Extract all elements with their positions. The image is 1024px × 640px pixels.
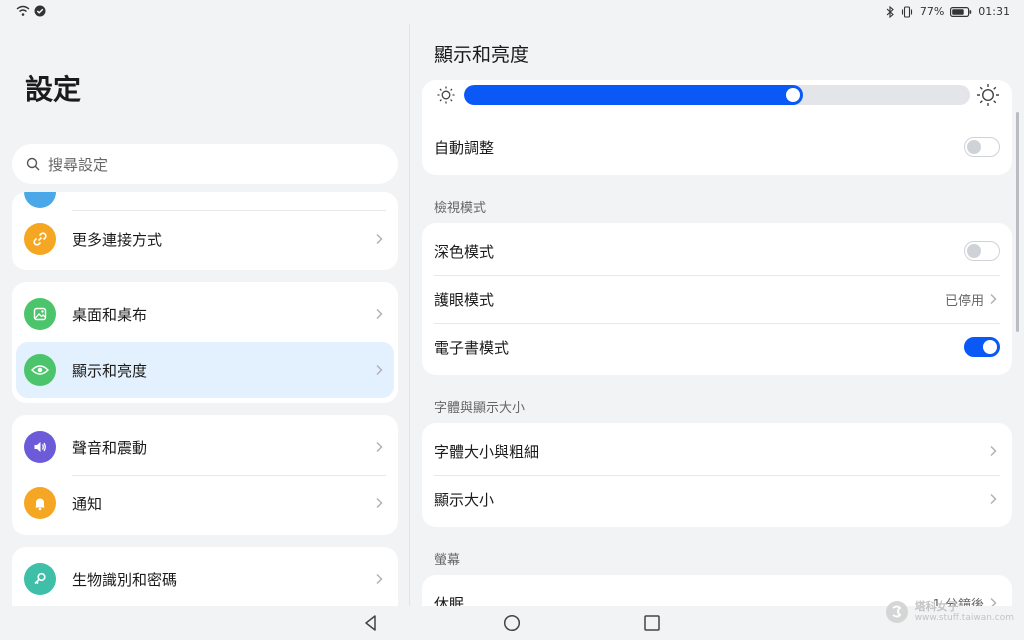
pane-divider (409, 24, 410, 606)
page-title: 設定 (25, 73, 82, 106)
eye-comfort-label: 護眼模式 (434, 290, 495, 309)
system-nav-bar (0, 606, 1024, 640)
nav-group-display: 桌面和桌布 顯示和亮度 (12, 282, 398, 403)
search-field[interactable]: 搜尋設定 (12, 144, 398, 184)
clock: 01:31 (978, 5, 1010, 18)
ebook-mode-row[interactable]: 電子書模式 (422, 323, 1012, 371)
cloud-icon (24, 192, 56, 208)
ebook-mode-label: 電子書模式 (434, 338, 510, 357)
dark-mode-label: 深色模式 (434, 242, 495, 261)
chevron-right-icon (990, 293, 997, 305)
sidebar-item-notifications[interactable]: 通知 (12, 475, 398, 531)
chevron-right-icon (376, 308, 383, 320)
chevron-right-icon (990, 445, 997, 457)
link-icon (24, 223, 56, 255)
nav-group-security: 生物識別和密碼 (12, 547, 398, 606)
back-icon[interactable] (362, 614, 380, 632)
chevron-right-icon (376, 364, 383, 376)
scrollbar[interactable] (1016, 112, 1019, 332)
watermark-url: www.stuff.taiwan.com (914, 613, 1014, 623)
bell-icon (24, 487, 56, 519)
check-badge-icon (34, 5, 46, 17)
chevron-right-icon (376, 573, 383, 585)
dark-mode-row[interactable]: 深色模式 (422, 227, 1012, 275)
sidebar-item-wallpaper[interactable]: 桌面和桌布 (12, 286, 398, 342)
sleep-label: 休眠 (434, 594, 465, 607)
detail-title: 顯示和亮度 (434, 44, 530, 66)
sidebar-item-label: 更多連接方式 (72, 230, 163, 249)
auto-adjust-toggle[interactable] (964, 137, 1000, 157)
toggle-knob (983, 340, 997, 354)
display-size-row[interactable]: 顯示大小 (422, 475, 1012, 523)
watermark: 塔科女子 www.stuff.taiwan.com (885, 600, 1014, 624)
status-right: 77% 01:31 (886, 5, 1010, 18)
home-icon[interactable] (503, 614, 521, 632)
brightness-slider-fill (464, 85, 803, 105)
auto-adjust-row[interactable]: 自動調整 (422, 123, 1012, 171)
battery-percent: 77% (919, 5, 945, 18)
speaker-icon (24, 431, 56, 463)
sidebar-item-label: 顯示和亮度 (72, 361, 148, 380)
watermark-logo-icon (885, 601, 908, 623)
sidebar-item-label: 桌面和桌布 (72, 305, 148, 324)
search-icon (26, 157, 40, 171)
brightness-card: 自動調整 (422, 80, 1012, 175)
sidebar-item-display-brightness[interactable]: 顯示和亮度 (16, 342, 394, 398)
nav-group-sound: 聲音和震動 通知 (12, 415, 398, 535)
font-size-row[interactable]: 字體大小與粗細 (422, 427, 1012, 475)
battery-icon (950, 6, 972, 17)
watermark-text: 塔科女子 (914, 600, 959, 613)
toggle-knob (967, 140, 981, 154)
brightness-low-icon (437, 86, 455, 104)
view-mode-card: 深色模式 護眼模式 已停用 電子書模式 (422, 223, 1012, 375)
chevron-right-icon (376, 233, 383, 245)
sidebar-item-label: 生物識別和密碼 (72, 570, 178, 589)
sidebar-item-sound[interactable]: 聲音和震動 (12, 419, 398, 475)
brightness-slider[interactable] (464, 85, 970, 105)
section-header-font-display: 字體與顯示大小 (434, 401, 526, 416)
vibrate-icon (901, 5, 912, 18)
font-display-card: 字體大小與粗細 顯示大小 (422, 423, 1012, 527)
section-header-view-mode: 檢視模式 (434, 201, 487, 216)
dark-mode-toggle[interactable] (964, 241, 1000, 261)
sidebar-item-label: 通知 (72, 494, 103, 513)
recents-icon[interactable] (643, 614, 661, 632)
section-header-screen: 螢幕 (434, 553, 461, 568)
auto-adjust-label: 自動調整 (434, 138, 495, 157)
display-size-label: 顯示大小 (434, 490, 495, 509)
chevron-right-icon (990, 493, 997, 505)
wallpaper-icon (24, 298, 56, 330)
chevron-right-icon (376, 497, 383, 509)
eye-comfort-status: 已停用 (944, 293, 984, 309)
watermark-text-block: 塔科女子 www.stuff.taiwan.com (914, 600, 1014, 624)
ebook-mode-toggle[interactable] (964, 337, 1000, 357)
status-left (16, 5, 46, 17)
nav-group-connections: 更多連接方式 (12, 192, 398, 270)
brightness-high-icon (977, 84, 999, 106)
status-bar: 77% 01:31 (0, 0, 1024, 24)
toggle-knob (967, 244, 981, 258)
sidebar-item-more-connections[interactable]: 更多連接方式 (12, 211, 398, 267)
font-size-label: 字體大小與粗細 (434, 442, 540, 461)
eye-icon (24, 354, 56, 386)
search-placeholder: 搜尋設定 (48, 155, 109, 174)
chevron-right-icon (376, 441, 383, 453)
sidebar-item-biometrics[interactable]: 生物識別和密碼 (12, 551, 398, 606)
sidebar-item-label: 聲音和震動 (72, 438, 148, 457)
eye-comfort-row[interactable]: 護眼模式 已停用 (422, 275, 1012, 323)
key-icon (24, 563, 56, 595)
brightness-slider-handle[interactable] (786, 88, 800, 102)
bluetooth-icon (886, 5, 894, 18)
wifi-icon (16, 5, 30, 16)
